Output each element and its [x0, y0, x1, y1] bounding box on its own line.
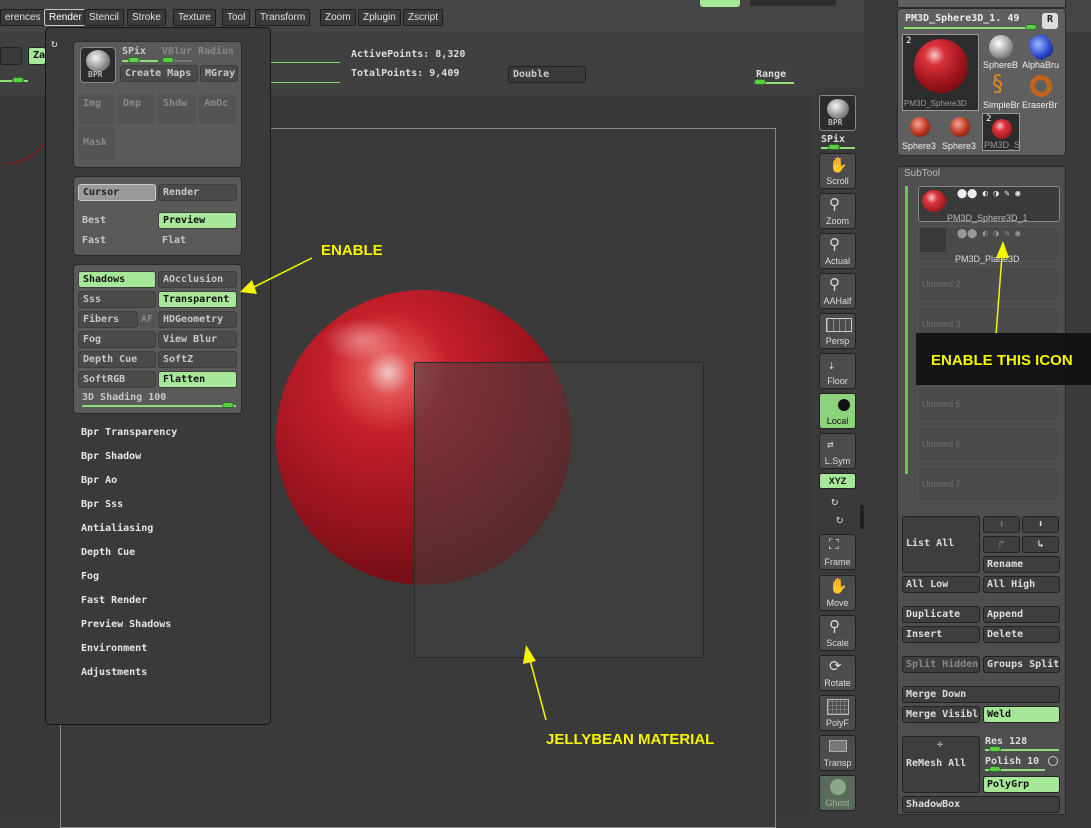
- enable-arrow-line: [251, 257, 313, 289]
- enable-icon-annotation: ENABLE THIS ICON: [931, 352, 1073, 369]
- jellybean-arrow-head: [523, 645, 536, 664]
- enable-arrow-head: [240, 280, 257, 294]
- jellybean-annotation: JELLYBEAN MATERIAL: [546, 731, 715, 748]
- enable-icon-arrow-line: [995, 254, 1003, 336]
- enable-annotation: ENABLE: [321, 242, 383, 259]
- annotation-arrows: [240, 241, 1009, 721]
- jellybean-arrow-line: [529, 659, 547, 721]
- enable-icon-arrow-head: [996, 241, 1009, 258]
